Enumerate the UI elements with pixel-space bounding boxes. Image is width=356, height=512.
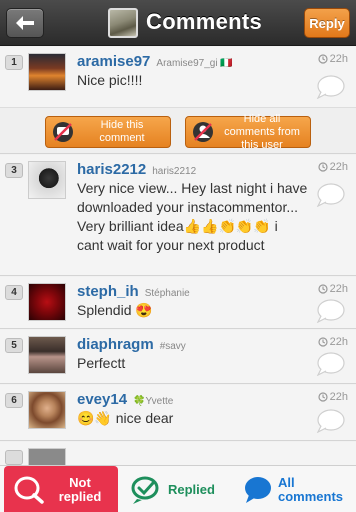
all-comments-bubble-icon bbox=[245, 476, 271, 503]
comment-username[interactable]: diaphragm #savy bbox=[77, 336, 186, 353]
clock-icon bbox=[318, 337, 328, 347]
post-thumbnail[interactable] bbox=[108, 8, 138, 38]
comment-text: Very nice view... Hey last night i have … bbox=[77, 180, 308, 253]
top-bar: Comments Reply bbox=[0, 0, 356, 46]
comment-actions: Hide this comment Hide all comments from… bbox=[0, 107, 356, 153]
comment-row[interactable]: 1 aramise97 Aramise97_gi 🇮🇹 Nice pic!!!! … bbox=[0, 47, 356, 154]
avatar[interactable] bbox=[28, 391, 66, 429]
comment-row[interactable]: 4 steph_ih Stéphanie Splendid 😍 22h bbox=[0, 277, 356, 329]
avatar[interactable] bbox=[28, 53, 66, 91]
comment-number bbox=[5, 450, 23, 465]
comment-username[interactable]: haris2212 haris2212 bbox=[77, 161, 196, 178]
comment-number: 3 bbox=[5, 163, 23, 178]
comment-number: 1 bbox=[5, 55, 23, 70]
comment-text: 😊👋 nice dear bbox=[77, 410, 174, 426]
tab-all-comments[interactable]: All comments bbox=[242, 466, 352, 512]
reply-bubble-icon[interactable] bbox=[316, 299, 346, 323]
comment-fullname: #savy bbox=[159, 341, 186, 352]
comment-row[interactable]: 6 evey14 🍀Yvette 😊👋 nice dear 22h bbox=[0, 385, 356, 441]
reply-bubble-icon[interactable] bbox=[316, 183, 346, 207]
reply-bubble-icon[interactable] bbox=[316, 352, 346, 376]
replied-check-icon bbox=[131, 476, 159, 504]
clock-icon bbox=[318, 162, 328, 172]
comment-fullname: Aramise97_gi 🇮🇹 bbox=[156, 58, 233, 69]
comment-username[interactable]: steph_ih Stéphanie bbox=[77, 283, 190, 300]
comment-number: 4 bbox=[5, 285, 23, 300]
avatar[interactable] bbox=[28, 336, 66, 374]
tab-replied[interactable]: Replied bbox=[130, 466, 230, 512]
comment-time: 22h bbox=[318, 336, 348, 348]
reply-button[interactable]: Reply bbox=[304, 8, 350, 38]
comment-fullname: 🍀Yvette bbox=[133, 396, 174, 407]
comment-text: Perfectt bbox=[77, 355, 126, 371]
comment-text: Splendid 😍 bbox=[77, 302, 153, 318]
clock-icon bbox=[318, 284, 328, 294]
comment-number: 6 bbox=[5, 393, 23, 408]
reply-bubble-icon[interactable] bbox=[316, 409, 346, 433]
clock-icon bbox=[318, 54, 328, 64]
hide-comment-button[interactable]: Hide this comment bbox=[45, 116, 171, 148]
comment-username[interactable]: evey14 🍀Yvette bbox=[77, 391, 173, 408]
back-arrow-icon bbox=[16, 16, 34, 30]
hide-user-icon bbox=[193, 122, 213, 142]
hide-user-comments-button[interactable]: Hide all comments from this user bbox=[185, 113, 311, 151]
comment-row[interactable]: 3 haris2212 haris2212 Very nice view... H… bbox=[0, 155, 356, 276]
comment-number: 5 bbox=[5, 338, 23, 353]
comments-list[interactable]: 1 aramise97 Aramise97_gi 🇮🇹 Nice pic!!!! … bbox=[0, 47, 356, 465]
comment-time: 22h bbox=[318, 53, 348, 65]
avatar[interactable] bbox=[28, 283, 66, 321]
comment-row[interactable]: 5 diaphragm #savy Perfectt 22h bbox=[0, 330, 356, 384]
filter-tabs: Not replied Replied All comments bbox=[0, 465, 356, 512]
tab-not-replied[interactable]: Not replied bbox=[4, 466, 118, 512]
comment-time: 22h bbox=[318, 391, 348, 403]
comment-username[interactable]: aramise97 Aramise97_gi 🇮🇹 bbox=[77, 53, 233, 70]
not-replied-icon bbox=[14, 476, 44, 504]
comment-time: 22h bbox=[318, 161, 348, 173]
avatar[interactable] bbox=[28, 448, 66, 465]
hide-comment-icon bbox=[53, 122, 73, 142]
back-button[interactable] bbox=[6, 8, 44, 38]
comment-row[interactable] bbox=[0, 442, 356, 465]
page-title: Comments bbox=[146, 9, 263, 34]
avatar[interactable] bbox=[28, 161, 66, 199]
comment-text: Nice pic!!!! bbox=[77, 72, 143, 88]
comment-fullname: Stéphanie bbox=[144, 288, 190, 299]
clock-icon bbox=[318, 392, 328, 402]
comment-time: 22h bbox=[318, 283, 348, 295]
reply-bubble-icon[interactable] bbox=[316, 75, 346, 99]
comment-fullname: haris2212 bbox=[152, 166, 197, 177]
